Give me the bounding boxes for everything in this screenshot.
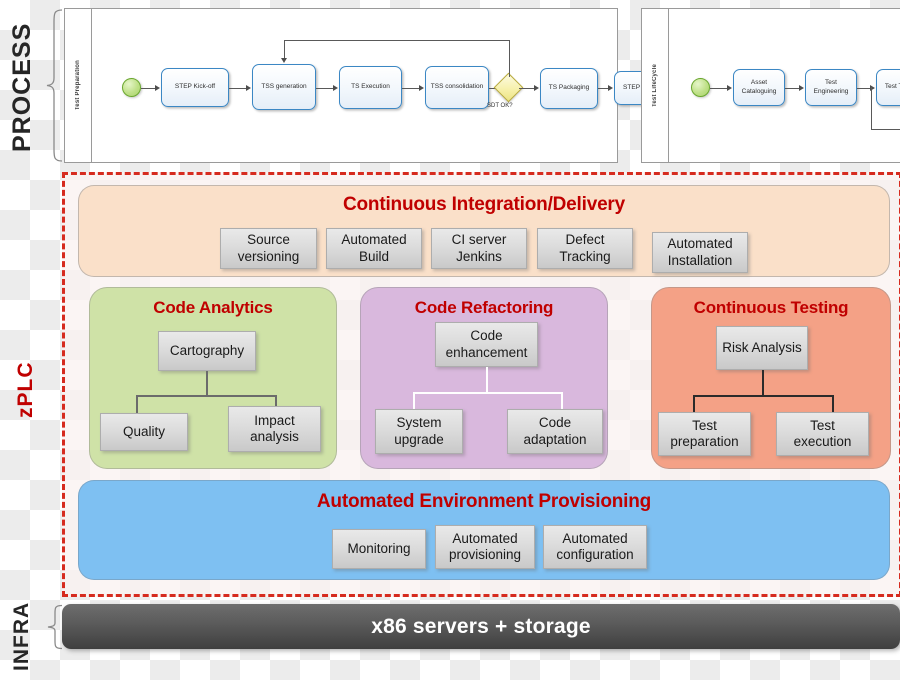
node-code-adaptation[interactable]: Code adaptation bbox=[507, 409, 603, 454]
tree-connector bbox=[413, 392, 562, 394]
flow-connector bbox=[141, 87, 156, 89]
bpmn-task-ts-execution[interactable]: TS Execution bbox=[339, 66, 402, 109]
node-impact-analysis[interactable]: Impact analysis bbox=[228, 406, 321, 452]
flow-connector bbox=[284, 40, 285, 60]
item-automated-configuration[interactable]: Automated configuration bbox=[543, 525, 647, 569]
flow-connector bbox=[519, 87, 535, 89]
lane-body: Asset Cataloguing Test Engineering Test … bbox=[668, 9, 900, 162]
flow-connector bbox=[402, 87, 420, 89]
panel-code-analytics: Code Analytics Cartography Quality Impac… bbox=[89, 287, 337, 469]
tree-connector bbox=[136, 395, 276, 397]
flow-connector bbox=[229, 87, 247, 89]
band-continuous-integration-delivery: Continuous Integration/Delivery Source v… bbox=[78, 185, 890, 277]
tree-connector bbox=[206, 371, 208, 395]
rail-label-process: PROCESS bbox=[8, 22, 36, 153]
bpmn-task-tss-consolidation[interactable]: TSS consolidation bbox=[425, 66, 489, 109]
node-risk-analysis[interactable]: Risk Analysis bbox=[716, 326, 808, 370]
tree-connector bbox=[486, 367, 488, 392]
bpmn-start-event bbox=[122, 78, 141, 97]
node-quality[interactable]: Quality bbox=[100, 413, 188, 451]
panel-continuous-testing: Continuous Testing Risk Analysis Test pr… bbox=[651, 287, 891, 469]
rail-label-zplc: zPLC bbox=[14, 361, 37, 419]
bpmn-pool-test-lifecycle: Test LifeCycle Asset Cataloguing Test En… bbox=[641, 8, 900, 163]
flow-connector bbox=[857, 87, 871, 89]
band-title: Automated Environment Provisioning bbox=[316, 491, 652, 512]
tree-connector bbox=[762, 370, 764, 395]
flow-connector bbox=[871, 87, 872, 129]
panel-title: Code Analytics bbox=[153, 298, 273, 317]
rail-label-infra: INFRA bbox=[10, 601, 33, 671]
gateway-label: SDT OK? bbox=[487, 103, 513, 109]
flow-arrow-icon bbox=[281, 58, 287, 63]
item-source-versioning[interactable]: Source versioning bbox=[220, 228, 317, 269]
flow-connector bbox=[508, 40, 510, 77]
item-ci-server-jenkins[interactable]: CI server Jenkins bbox=[431, 228, 527, 269]
infra-brace-icon bbox=[44, 604, 64, 650]
flow-arrow-icon bbox=[727, 84, 732, 91]
lane-header-test-lifecycle: Test LifeCycle bbox=[642, 9, 669, 162]
panel-code-refactoring: Code Refactoring Code enhancement System… bbox=[360, 287, 608, 469]
lane-body: STEP Kick-off TSS generation TS Executio… bbox=[91, 9, 703, 162]
node-cartography[interactable]: Cartography bbox=[158, 331, 256, 371]
bpmn-start-event bbox=[691, 78, 710, 97]
band-title: Continuous Integration/Delivery bbox=[343, 194, 625, 215]
tree-connector bbox=[693, 395, 833, 397]
zplc-container: Continuous Integration/Delivery Source v… bbox=[62, 172, 900, 597]
node-system-upgrade[interactable]: System upgrade bbox=[375, 409, 463, 454]
bpmn-task-tss-generation[interactable]: TSS generation bbox=[252, 64, 316, 110]
item-automated-build[interactable]: Automated Build bbox=[326, 228, 422, 269]
flow-connector bbox=[785, 87, 800, 89]
item-defect-tracking[interactable]: Defect Tracking bbox=[537, 228, 633, 269]
bpmn-task-asset-cataloguing[interactable]: Asset Cataloguing bbox=[733, 69, 785, 106]
flow-connector bbox=[316, 87, 334, 89]
item-automated-provisioning[interactable]: Automated provisioning bbox=[435, 525, 535, 569]
infra-label: x86 servers + storage bbox=[371, 614, 591, 638]
node-code-enhancement[interactable]: Code enhancement bbox=[435, 322, 538, 367]
flow-arrow-icon bbox=[246, 84, 251, 91]
diagram-canvas: PROCESS zPLC INFRA Test Preparation STEP… bbox=[0, 0, 900, 680]
bpmn-task-ts-packaging[interactable]: TS Packaging bbox=[540, 68, 598, 109]
process-brace-icon bbox=[44, 8, 64, 163]
flow-arrow-icon bbox=[419, 84, 424, 91]
bpmn-task-step-kickoff[interactable]: STEP Kick-off bbox=[161, 68, 229, 107]
flow-connector bbox=[871, 129, 900, 130]
bpmn-task-test-engineering[interactable]: Test Engineering bbox=[805, 69, 857, 106]
lane-label: Test Preparation bbox=[75, 60, 81, 111]
lane-header-test-preparation: Test Preparation bbox=[65, 9, 92, 162]
flow-arrow-icon bbox=[534, 84, 539, 91]
bpmn-task-test-tooling[interactable]: Test Tooling bbox=[876, 69, 900, 106]
flow-arrow-icon bbox=[608, 84, 613, 91]
flow-arrow-icon bbox=[333, 84, 338, 91]
item-automated-installation[interactable]: Automated Installation bbox=[652, 232, 748, 273]
flow-connector bbox=[710, 87, 728, 89]
node-test-preparation[interactable]: Test preparation bbox=[658, 412, 751, 456]
flow-arrow-icon bbox=[799, 84, 804, 91]
node-test-execution[interactable]: Test execution bbox=[776, 412, 869, 456]
panel-title: Continuous Testing bbox=[693, 298, 849, 317]
tree-connector bbox=[136, 395, 138, 415]
flow-arrow-icon bbox=[155, 84, 160, 91]
item-monitoring[interactable]: Monitoring bbox=[332, 529, 426, 569]
bpmn-pool-test-preparation: Test Preparation STEP Kick-off TSS gener… bbox=[64, 8, 703, 163]
lane-label: Test LifeCycle bbox=[652, 63, 658, 108]
flow-connector bbox=[284, 40, 509, 41]
band-automated-environment-provisioning: Automated Environment Provisioning Monit… bbox=[78, 480, 890, 580]
panel-title: Code Refactoring bbox=[414, 298, 554, 317]
infra-bar: x86 servers + storage bbox=[62, 604, 900, 649]
